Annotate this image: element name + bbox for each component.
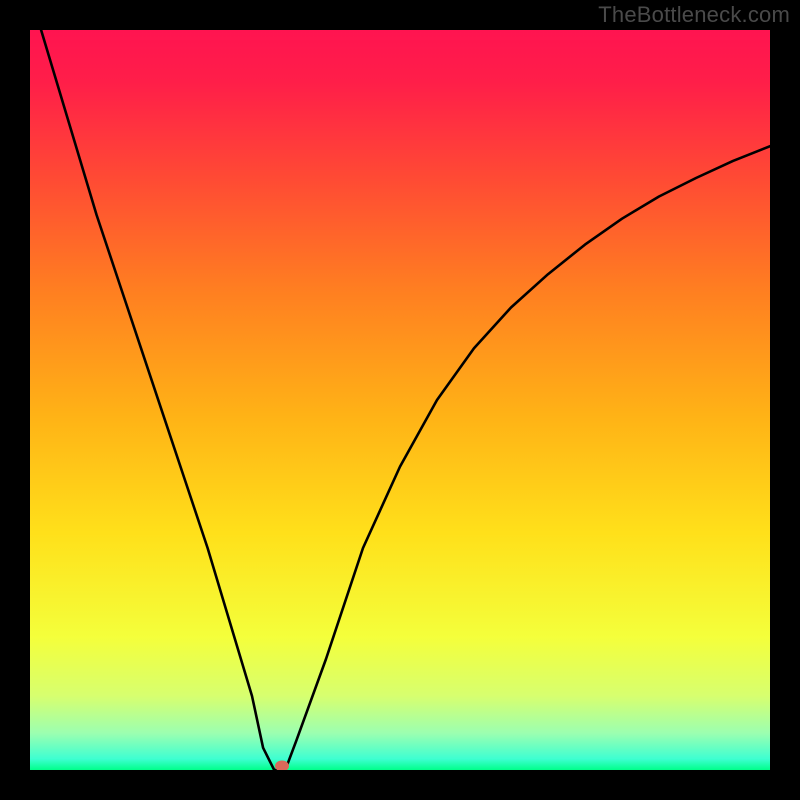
optimal-marker <box>275 761 289 771</box>
watermark-text: TheBottleneck.com <box>598 2 790 28</box>
curve-layer <box>30 30 770 770</box>
plot-area <box>30 30 770 770</box>
chart-frame: TheBottleneck.com <box>0 0 800 800</box>
bottleneck-curve <box>30 30 770 770</box>
